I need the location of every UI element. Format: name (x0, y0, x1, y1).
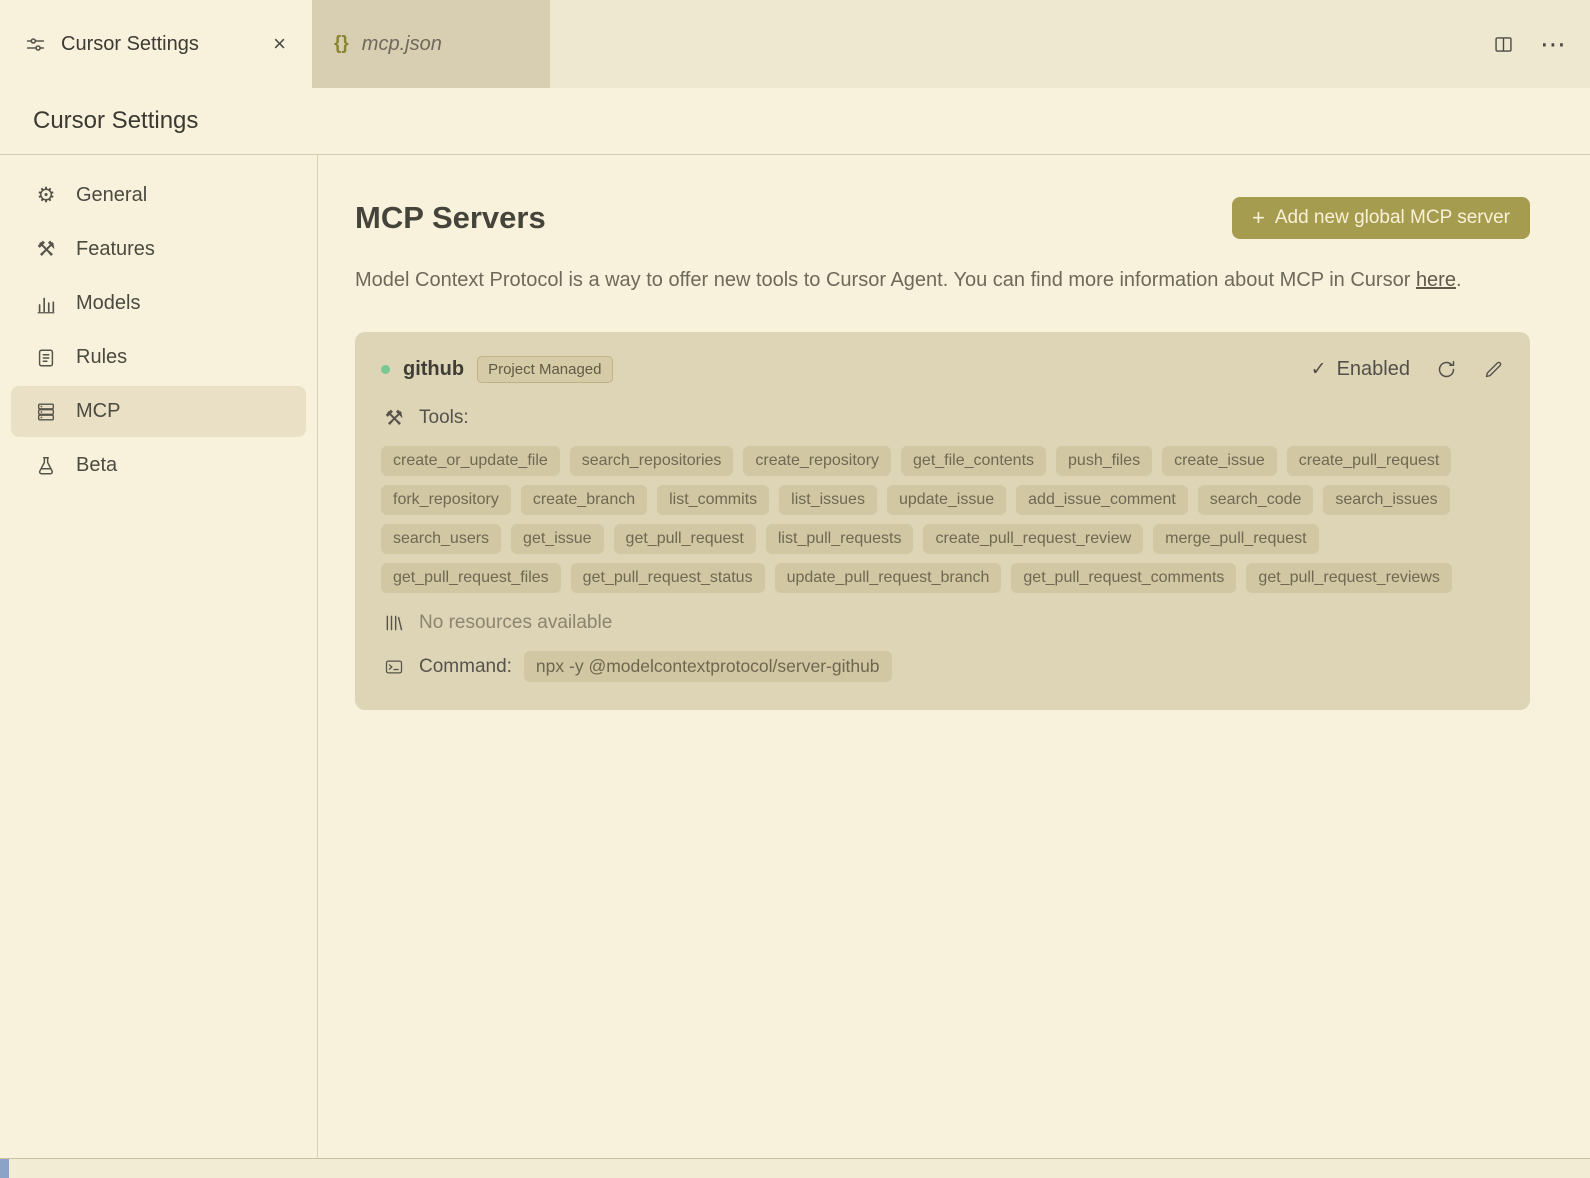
tools-icon: ⚒ (384, 405, 404, 430)
tool-chip: create_pull_request_review (923, 524, 1144, 554)
sidebar-item-models[interactable]: Models (11, 278, 306, 329)
terminal-icon (381, 657, 407, 677)
flask-icon (33, 455, 59, 477)
edit-icon[interactable] (1483, 359, 1504, 380)
tool-chip: create_branch (520, 485, 648, 515)
tool-chip: get_pull_request (613, 524, 756, 554)
gear-icon: ⚙ (36, 183, 56, 207)
tool-chip: search_code (1197, 485, 1314, 515)
sidebar-item-label: Models (76, 292, 141, 314)
mcp-description: Model Context Protocol is a way to offer… (355, 263, 1520, 298)
sidebar-item-label: General (76, 184, 148, 206)
cursor-settings-window: Cursor Settings × {} mcp.json ⋯ Cursor S… (0, 0, 1590, 1178)
settings-sidebar: ⚙ General ⚒ Features Models Rules MCP Beta (0, 155, 318, 1158)
tool-chip: update_issue (886, 485, 1007, 515)
bottom-strip (0, 1158, 1590, 1178)
tool-chip: get_issue (511, 524, 604, 554)
tab-cursor-settings[interactable]: Cursor Settings × (0, 0, 312, 88)
sidebar-item-beta[interactable]: Beta (11, 440, 306, 491)
command-value: npx -y @modelcontextprotocol/server-gith… (523, 651, 892, 682)
tool-chip: get_pull_request_status (570, 563, 765, 593)
tool-chip: search_repositories (569, 446, 734, 476)
tool-chip: list_issues (779, 485, 877, 515)
enabled-label: Enabled (1336, 358, 1410, 380)
tool-chip: fork_repository (381, 485, 511, 515)
tool-chip: update_pull_request_branch (774, 563, 1002, 593)
project-managed-badge: Project Managed (477, 356, 613, 383)
server-name: github (403, 358, 465, 380)
document-icon (33, 347, 59, 369)
tool-chip: search_issues (1323, 485, 1450, 515)
tool-chip: push_files (1056, 446, 1153, 476)
plus-icon: + (1251, 205, 1265, 230)
tool-chip: create_repository (743, 446, 892, 476)
page-title: Cursor Settings (33, 107, 199, 134)
settings-body: ⚙ General ⚒ Features Models Rules MCP Beta MCP … (0, 155, 1590, 1158)
resources-text: No resources available (419, 612, 613, 633)
add-button-label: Add new global MCP server (1274, 207, 1510, 228)
library-icon (381, 613, 407, 633)
sidebar-item-label: MCP (76, 400, 121, 422)
tab-label: mcp.json (361, 32, 442, 55)
command-row: Command: npx -y @modelcontextprotocol/se… (381, 651, 1504, 682)
tools-icon: ⚒ (36, 237, 56, 261)
mcp-docs-link[interactable]: here (1416, 269, 1456, 291)
sidebar-item-rules[interactable]: Rules (11, 332, 306, 383)
json-braces-icon: {} (334, 33, 349, 54)
mcp-server-card: github Project Managed ✓ Enabled ⚒ Tools… (355, 332, 1530, 710)
tab-label: Cursor Settings (61, 32, 199, 55)
tool-chip: get_pull_request_reviews (1246, 563, 1452, 593)
tool-chip: create_pull_request (1286, 446, 1452, 476)
server-actions: ✓ Enabled (1311, 358, 1504, 381)
tool-chip: list_pull_requests (765, 524, 914, 554)
tool-chip: get_pull_request_files (381, 563, 561, 593)
sidebar-item-mcp[interactable]: MCP (11, 386, 306, 437)
sliders-icon (22, 34, 48, 55)
tool-chip: merge_pull_request (1153, 524, 1319, 554)
sidebar-item-label: Features (76, 238, 155, 260)
editor-actions: ⋯ (1493, 0, 1568, 88)
tool-chip: create_issue (1162, 446, 1277, 476)
tool-chip: get_pull_request_comments (1011, 563, 1237, 593)
tool-chip: add_issue_comment (1016, 485, 1188, 515)
page-header: Cursor Settings (0, 88, 1590, 155)
tool-chip: create_or_update_file (381, 446, 560, 476)
tab-mcp-json[interactable]: {} mcp.json (312, 0, 550, 88)
bar-chart-icon (33, 293, 59, 315)
close-tab-icon[interactable]: × (269, 29, 290, 59)
mcp-settings-panel: MCP Servers + Add new global MCP server … (318, 155, 1590, 1158)
server-icon (33, 401, 59, 423)
status-dot (381, 365, 390, 374)
split-editor-icon[interactable] (1493, 34, 1514, 55)
tool-chip: list_commits (657, 485, 770, 515)
resources-row: No resources available (381, 612, 1504, 634)
sidebar-item-general[interactable]: ⚙ General (11, 170, 306, 221)
sidebar-item-features[interactable]: ⚒ Features (11, 224, 306, 275)
more-actions-icon[interactable]: ⋯ (1540, 31, 1568, 57)
command-label: Command: (419, 655, 512, 677)
description-text: Model Context Protocol is a way to offer… (355, 269, 1411, 291)
server-card-header: github Project Managed ✓ Enabled (381, 356, 1504, 383)
refresh-icon[interactable] (1436, 359, 1457, 380)
add-global-mcp-server-button[interactable]: + Add new global MCP server (1231, 197, 1530, 239)
tool-chip: get_file_contents (901, 446, 1047, 476)
tool-chip: search_users (381, 524, 502, 554)
sidebar-item-label: Beta (76, 454, 118, 476)
description-suffix: . (1455, 269, 1462, 291)
tools-label: Tools: (419, 407, 469, 428)
bottom-left-indicator (0, 1159, 9, 1178)
enabled-toggle[interactable]: ✓ Enabled (1311, 358, 1410, 381)
tools-list: create_or_update_file search_repositories… (381, 446, 1473, 593)
sidebar-item-label: Rules (76, 346, 128, 368)
section-title: MCP Servers (355, 200, 546, 235)
check-icon: ✓ (1310, 359, 1327, 380)
tab-bar: Cursor Settings × {} mcp.json ⋯ (0, 0, 1590, 88)
tools-row: ⚒ Tools: (381, 407, 1504, 429)
